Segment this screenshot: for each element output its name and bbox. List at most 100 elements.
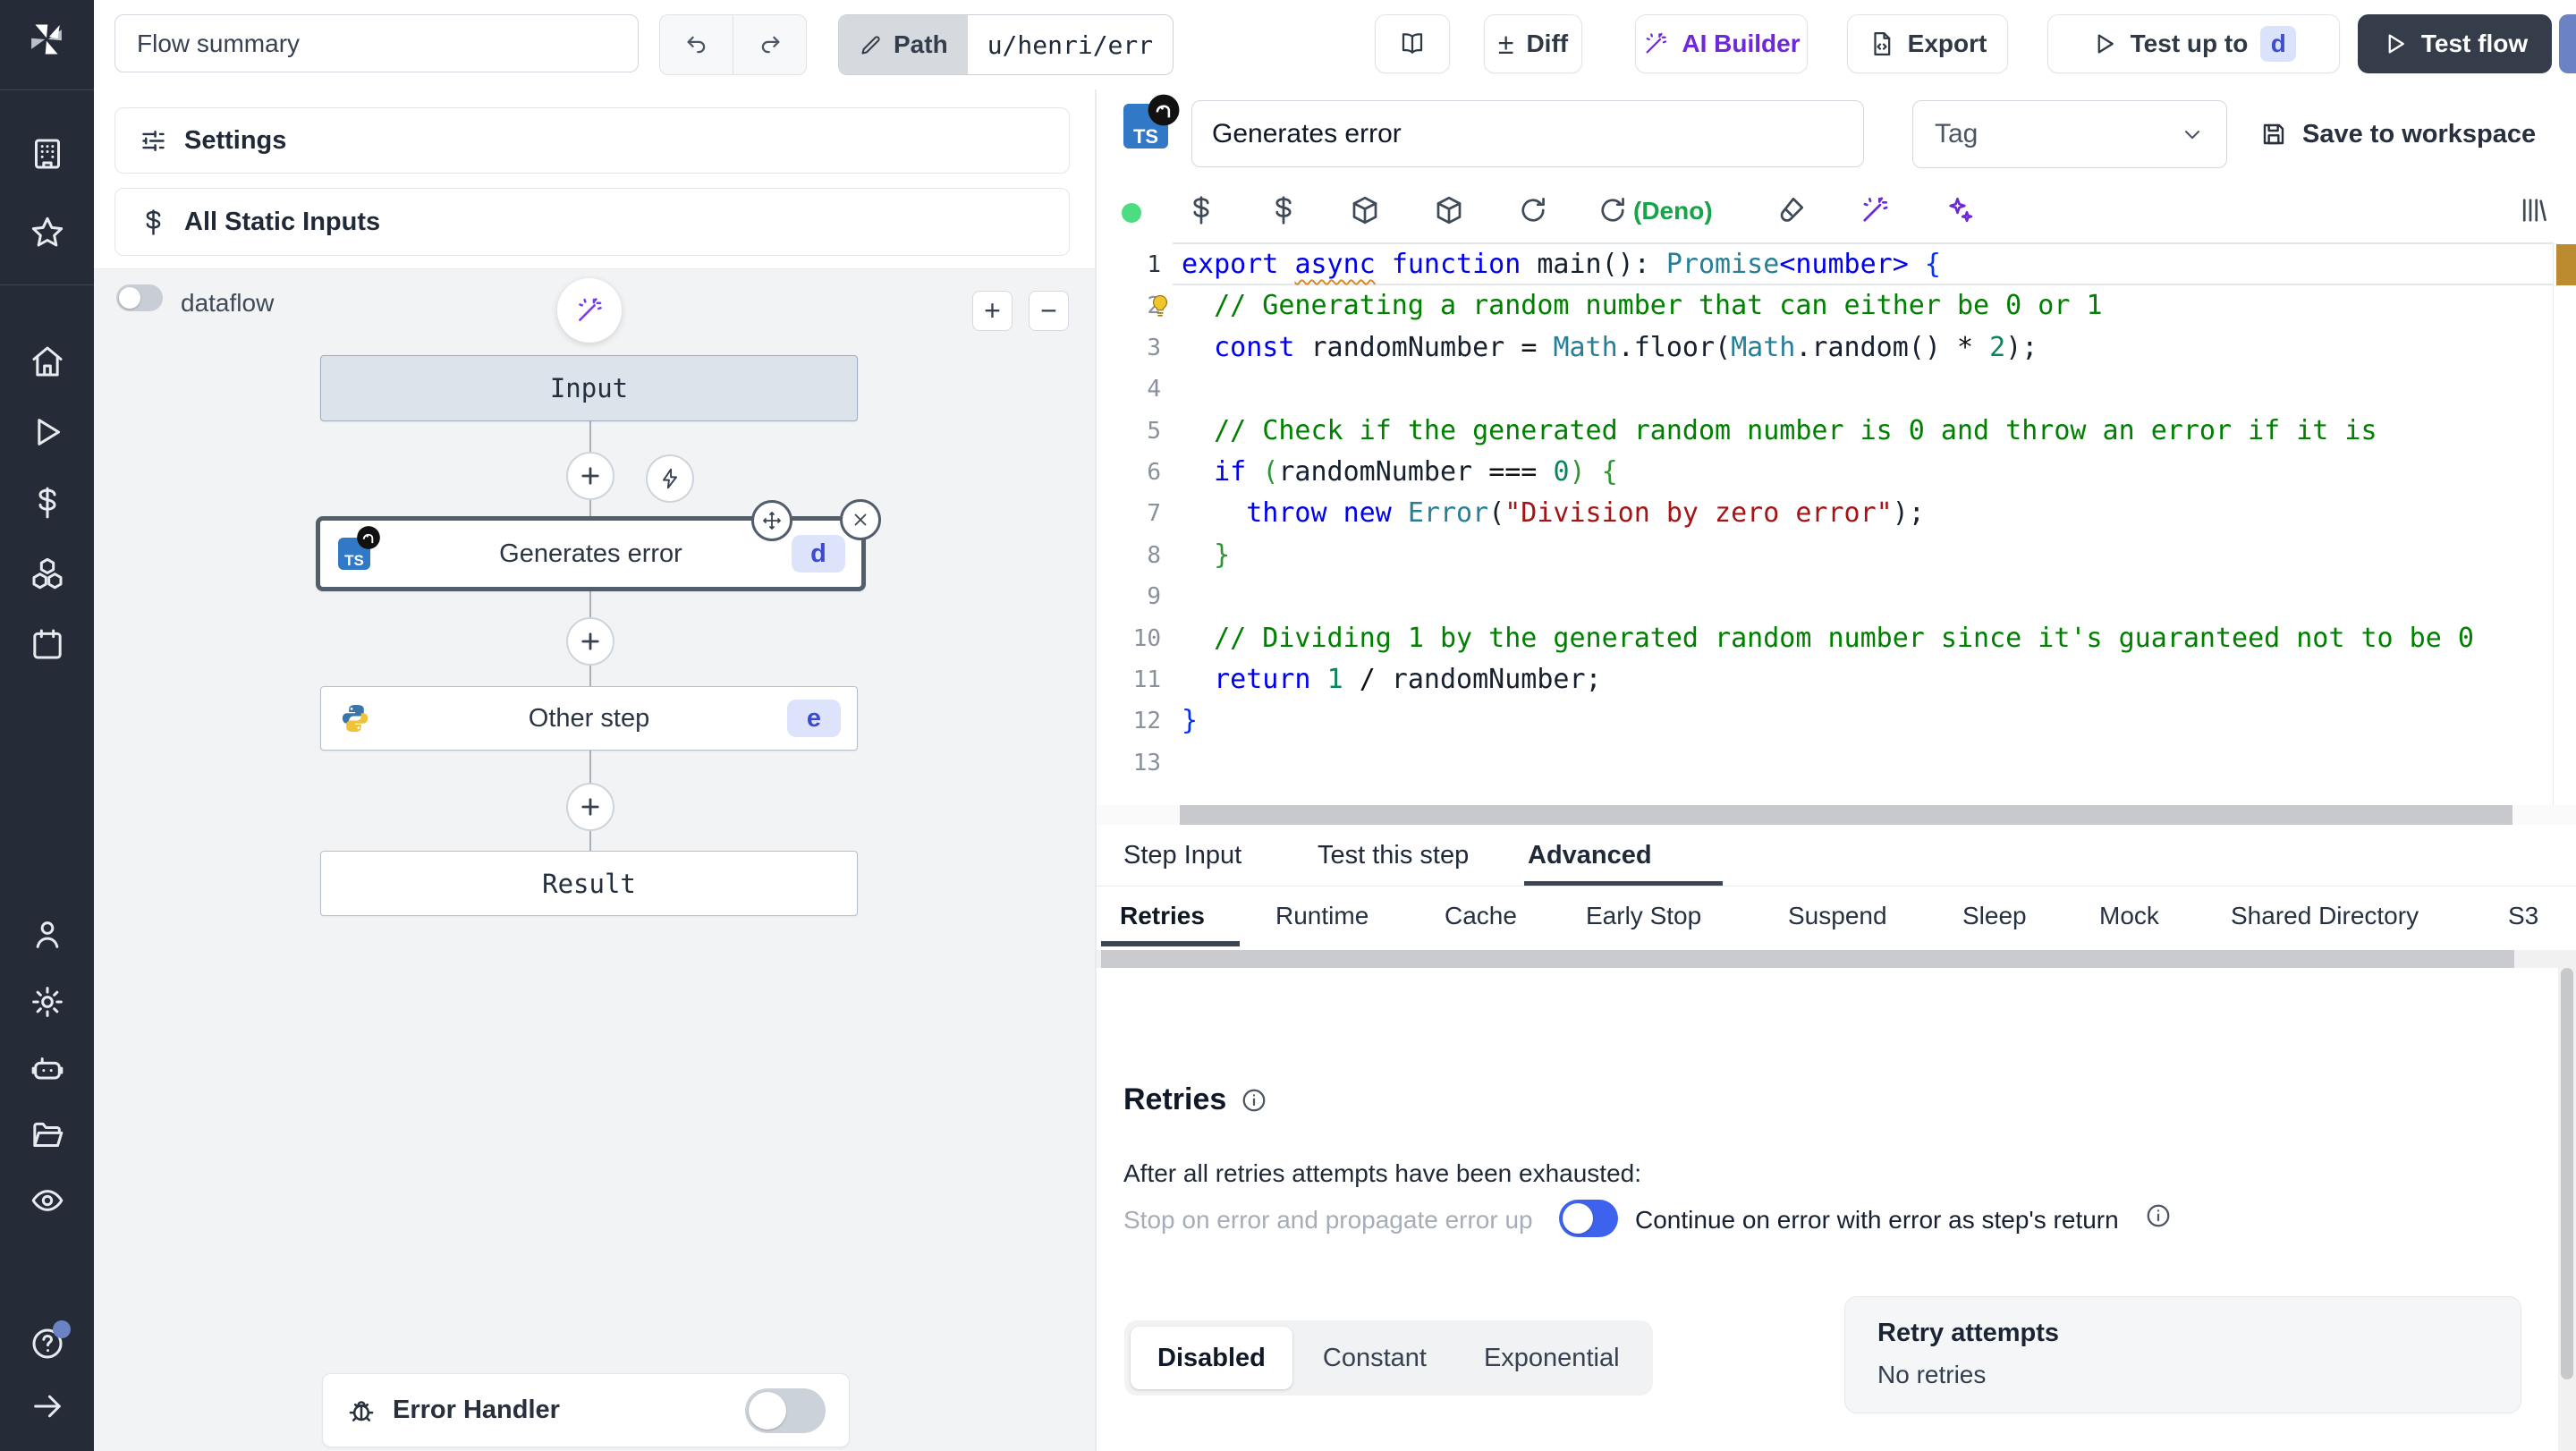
subtab-early-stop[interactable]: Early Stop [1586, 902, 1701, 930]
insert-step-button[interactable] [566, 452, 614, 500]
code-line[interactable]: const randomNumber = Math.floor(Math.ran… [1182, 327, 2550, 369]
code-line[interactable]: // Check if the generated random number … [1182, 411, 2550, 452]
subtab-runtime[interactable]: Runtime [1275, 902, 1368, 930]
tag-select[interactable]: Tag [1912, 100, 2227, 168]
retry-mode-constant[interactable]: Constant [1296, 1327, 1453, 1389]
step-node-other-step[interactable]: Other step e [320, 686, 858, 751]
subtab-shared-directory[interactable]: Shared Directory [2231, 902, 2419, 930]
code-line[interactable] [1182, 742, 2550, 784]
code-line[interactable] [1182, 369, 2550, 410]
sidebar-item-cubes[interactable] [30, 556, 65, 591]
sidebar-item-building[interactable] [30, 136, 65, 172]
package-button[interactable] [1349, 194, 1381, 226]
input-node[interactable]: Input [320, 355, 858, 421]
sidebar-item-robot[interactable] [30, 1051, 65, 1087]
package-button[interactable] [1433, 194, 1465, 226]
save-to-workspace-button[interactable]: Save to workspace [2259, 100, 2536, 168]
code-editor[interactable]: 12345678910111213 export async function … [1097, 242, 2576, 805]
path-group[interactable]: Path u/henri/err [838, 14, 1174, 75]
delete-step-button[interactable] [840, 499, 881, 540]
clipped-dropdown-button[interactable] [2559, 14, 2576, 73]
sidebar-item-calendar[interactable] [30, 626, 65, 662]
robot-icon [31, 1057, 64, 1080]
subtab-mock[interactable]: Mock [2099, 902, 2159, 930]
deno-icon [1147, 93, 1181, 127]
tab-test-this-step[interactable]: Test this step [1318, 841, 1469, 870]
subtab-suspend[interactable]: Suspend [1788, 902, 1887, 930]
code-line[interactable]: } [1182, 700, 2550, 742]
refresh-button[interactable] [1517, 194, 1549, 226]
code-line[interactable]: } [1182, 535, 2550, 576]
dollar-button[interactable] [1185, 194, 1217, 226]
code-line[interactable]: if (randomNumber === 0) { [1182, 452, 2550, 493]
dataflow-toggle[interactable] [116, 284, 163, 311]
sidebar-item-home[interactable] [30, 344, 65, 379]
continue-on-error-toggle[interactable] [1559, 1200, 1618, 1237]
sidebar-item-gear[interactable] [30, 984, 65, 1020]
flow-summary-input[interactable] [114, 14, 639, 72]
all-static-inputs-card[interactable]: All Static Inputs [114, 188, 1070, 256]
sparkles-button[interactable] [1943, 194, 1975, 226]
code-line[interactable]: // Generating a random number that can e… [1182, 285, 2550, 327]
windmill-logo-icon[interactable] [23, 16, 70, 63]
insert-step-button[interactable] [566, 783, 614, 831]
redo-button[interactable] [733, 15, 806, 74]
sidebar-item-play[interactable] [30, 414, 65, 450]
path-value[interactable]: u/henri/err [967, 15, 1174, 74]
refresh-button[interactable] [1597, 194, 1629, 226]
code-horizontal-scrollbar[interactable] [1097, 805, 2576, 825]
subtab-sleep[interactable]: Sleep [1962, 902, 2027, 930]
deno-runtime-label[interactable]: (Deno) [1633, 197, 1713, 225]
subtab-retries[interactable]: Retries [1120, 902, 1205, 930]
wand-button[interactable] [1859, 194, 1891, 226]
library-button[interactable] [2517, 194, 2549, 226]
sidebar-item-eye[interactable] [30, 1183, 65, 1218]
tab-step-input[interactable]: Step Input [1123, 841, 1241, 870]
error-handler-toggle[interactable] [745, 1387, 826, 1433]
graph-zoom-out-button[interactable]: − [1029, 291, 1069, 331]
docs-button[interactable] [1375, 14, 1450, 73]
insert-step-button[interactable] [566, 617, 614, 666]
graph-zoom-in-button[interactable]: + [972, 291, 1013, 331]
code-line[interactable]: export async function main(): Promise<nu… [1182, 244, 2550, 285]
code-line[interactable] [1182, 576, 2550, 617]
path-chip[interactable]: Path [839, 15, 968, 74]
flow-settings-card[interactable]: Settings [114, 107, 1070, 174]
trigger-button[interactable] [646, 454, 694, 503]
error-handler-card[interactable]: Error Handler [322, 1373, 850, 1447]
stop-on-error-label: Stop on error and propagate error up [1123, 1206, 1533, 1234]
sidebar-item-dollar[interactable] [30, 485, 65, 521]
line-number: 13 [1132, 749, 1161, 776]
code-line[interactable]: throw new Error("Division by zero error"… [1182, 493, 2550, 534]
code-line[interactable]: // Dividing 1 by the generated random nu… [1182, 618, 2550, 659]
undo-button[interactable] [660, 15, 733, 74]
retry-mode-exponential[interactable]: Exponential [1457, 1327, 1647, 1389]
sidebar-item-help[interactable] [30, 1320, 71, 1362]
export-button[interactable]: Export [1847, 14, 2008, 73]
tab-advanced[interactable]: Advanced [1528, 841, 1652, 870]
move-step-button[interactable] [751, 500, 792, 541]
code-line[interactable]: return 1 / randomNumber; [1182, 659, 2550, 700]
brush-button[interactable] [1775, 194, 1807, 226]
sidebar-item-star[interactable] [30, 215, 65, 250]
diff-button[interactable]: ± Diff [1484, 14, 1582, 73]
retry-mode-disabled[interactable]: Disabled [1131, 1327, 1292, 1389]
test-up-to-button[interactable]: Test up to d [2047, 14, 2340, 73]
subtab-s3[interactable]: S3 [2508, 902, 2538, 930]
info-icon[interactable] [1241, 1087, 1267, 1114]
step-name-input[interactable] [1191, 100, 1864, 167]
sidebar-item-person[interactable] [30, 917, 65, 953]
flow-ai-button[interactable] [557, 278, 622, 343]
lightbulb-icon[interactable] [1147, 293, 1174, 319]
result-node[interactable]: Result [320, 851, 858, 916]
windmill-flow-editor: Path u/henri/err ± Diff AI Builder Expor… [0, 0, 2576, 1451]
sidebar-item-arrow-right[interactable] [30, 1388, 65, 1424]
panel-vertical-scrollbar[interactable] [2558, 968, 2576, 1451]
test-flow-button[interactable]: Test flow [2358, 14, 2552, 73]
ai-builder-button[interactable]: AI Builder [1635, 14, 1808, 73]
subtabs-scrollbar[interactable] [1097, 950, 2576, 968]
subtab-cache[interactable]: Cache [1445, 902, 1517, 930]
sidebar-item-folder[interactable] [30, 1116, 65, 1152]
info-icon[interactable] [2145, 1202, 2172, 1229]
dollar-button[interactable] [1267, 194, 1300, 226]
